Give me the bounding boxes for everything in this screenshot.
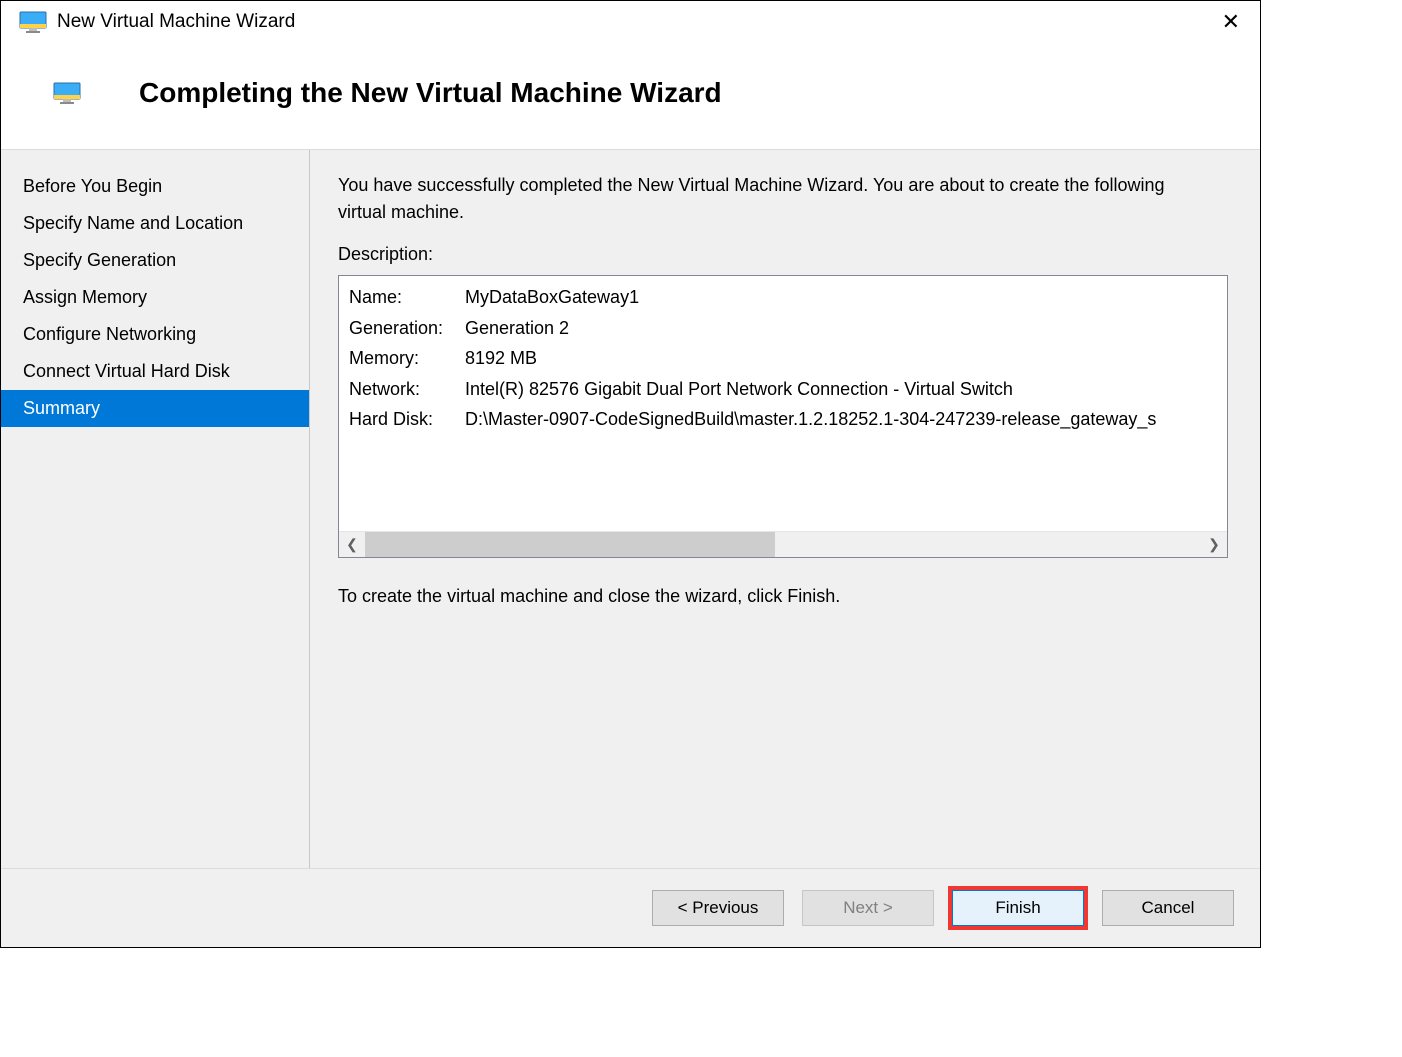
sidebar-item-label: Configure Networking bbox=[23, 324, 196, 344]
scrollbar-track[interactable] bbox=[365, 532, 1201, 557]
wizard-footer: < Previous Next > Finish Cancel bbox=[1, 869, 1260, 947]
description-key: Network: bbox=[349, 374, 465, 405]
app-monitor-icon bbox=[19, 11, 47, 33]
description-key: Hard Disk: bbox=[349, 404, 465, 435]
description-value: Generation 2 bbox=[465, 313, 569, 344]
page-title: Completing the New Virtual Machine Wizar… bbox=[139, 77, 722, 109]
description-value: 8192 MB bbox=[465, 343, 537, 374]
sidebar-item-assign-memory[interactable]: Assign Memory bbox=[1, 279, 309, 316]
description-horizontal-scrollbar[interactable]: ❮ ❯ bbox=[339, 531, 1227, 557]
description-row-hard-disk: Hard Disk: D:\Master-0907-CodeSignedBuil… bbox=[349, 404, 1217, 435]
header-monitor-icon bbox=[53, 82, 81, 104]
next-button[interactable]: Next > bbox=[802, 890, 934, 926]
window-title: New Virtual Machine Wizard bbox=[57, 11, 295, 33]
scroll-right-icon[interactable]: ❯ bbox=[1201, 532, 1227, 558]
sidebar-item-specify-name[interactable]: Specify Name and Location bbox=[1, 205, 309, 242]
title-bar-left: New Virtual Machine Wizard bbox=[19, 11, 295, 33]
sidebar-item-label: Specify Name and Location bbox=[23, 213, 243, 233]
close-icon[interactable]: ✕ bbox=[1214, 7, 1248, 37]
wizard-steps-sidebar: Before You Begin Specify Name and Locati… bbox=[1, 150, 310, 868]
description-value: D:\Master-0907-CodeSignedBuild\master.1.… bbox=[465, 404, 1156, 435]
sidebar-item-label: Connect Virtual Hard Disk bbox=[23, 361, 230, 381]
description-label: Description: bbox=[338, 244, 1236, 265]
sidebar-item-label: Specify Generation bbox=[23, 250, 176, 270]
sidebar-item-connect-vhd[interactable]: Connect Virtual Hard Disk bbox=[1, 353, 309, 390]
cancel-button[interactable]: Cancel bbox=[1102, 890, 1234, 926]
scrollbar-thumb[interactable] bbox=[365, 532, 775, 557]
description-row-network: Network: Intel(R) 82576 Gigabit Dual Por… bbox=[349, 374, 1217, 405]
wizard-window: New Virtual Machine Wizard ✕ Completing … bbox=[0, 0, 1261, 948]
description-row-name: Name: MyDataBoxGateway1 bbox=[349, 282, 1217, 313]
closing-instruction: To create the virtual machine and close … bbox=[338, 586, 1236, 607]
sidebar-item-before-you-begin[interactable]: Before You Begin bbox=[1, 168, 309, 205]
description-box: Name: MyDataBoxGateway1 Generation: Gene… bbox=[338, 275, 1228, 558]
description-key: Name: bbox=[349, 282, 465, 313]
sidebar-item-specify-generation[interactable]: Specify Generation bbox=[1, 242, 309, 279]
sidebar-item-label: Summary bbox=[23, 398, 100, 418]
title-bar: New Virtual Machine Wizard ✕ bbox=[1, 1, 1260, 47]
sidebar-item-label: Before You Begin bbox=[23, 176, 162, 196]
scroll-left-icon[interactable]: ❮ bbox=[339, 532, 365, 558]
wizard-header: Completing the New Virtual Machine Wizar… bbox=[1, 47, 1260, 150]
description-key: Memory: bbox=[349, 343, 465, 374]
intro-text: You have successfully completed the New … bbox=[338, 172, 1168, 226]
sidebar-item-label: Assign Memory bbox=[23, 287, 147, 307]
main-panel: You have successfully completed the New … bbox=[310, 150, 1260, 868]
content-area: Before You Begin Specify Name and Locati… bbox=[1, 150, 1260, 869]
description-content: Name: MyDataBoxGateway1 Generation: Gene… bbox=[339, 276, 1227, 531]
description-row-memory: Memory: 8192 MB bbox=[349, 343, 1217, 374]
sidebar-item-configure-networking[interactable]: Configure Networking bbox=[1, 316, 309, 353]
previous-button[interactable]: < Previous bbox=[652, 890, 784, 926]
description-row-generation: Generation: Generation 2 bbox=[349, 313, 1217, 344]
finish-button[interactable]: Finish bbox=[952, 890, 1084, 926]
description-value: MyDataBoxGateway1 bbox=[465, 282, 639, 313]
description-key: Generation: bbox=[349, 313, 465, 344]
sidebar-item-summary[interactable]: Summary bbox=[1, 390, 309, 427]
description-value: Intel(R) 82576 Gigabit Dual Port Network… bbox=[465, 374, 1013, 405]
